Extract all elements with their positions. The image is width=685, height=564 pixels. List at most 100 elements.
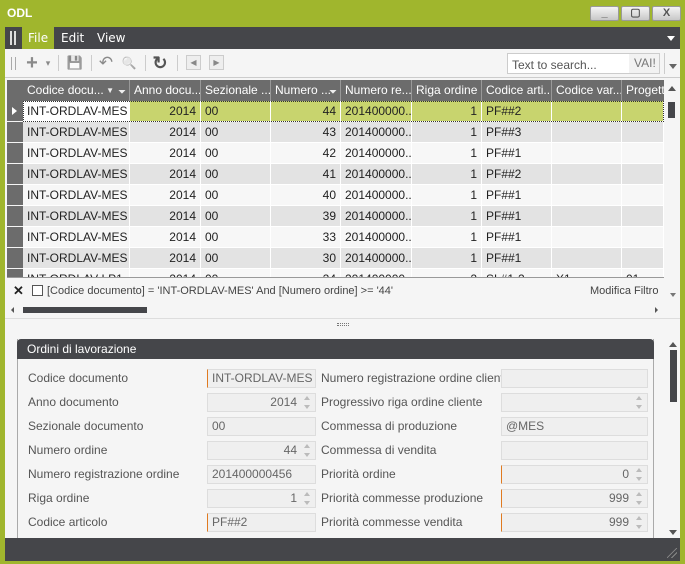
- number-input[interactable]: 0: [501, 465, 648, 484]
- current-row-indicator-icon[interactable]: [7, 101, 23, 121]
- menu-overflow-chevron-icon[interactable]: [667, 36, 675, 41]
- cell-numreg[interactable]: 201400000...: [341, 122, 412, 143]
- column-header-codice-variante[interactable]: Codice var...: [552, 80, 622, 101]
- zoom-icon[interactable]: 🔍: [120, 54, 138, 72]
- spinner-arrows-icon[interactable]: [636, 492, 644, 505]
- text-input[interactable]: 201400000456: [207, 465, 316, 484]
- number-input[interactable]: 2014: [207, 393, 316, 412]
- text-input[interactable]: 00: [207, 417, 316, 436]
- previous-record-button[interactable]: ◀: [186, 55, 201, 70]
- cell-codice[interactable]: INT-ORDLAV-MES: [23, 185, 130, 206]
- cell-numero[interactable]: 43: [271, 122, 341, 143]
- next-record-button[interactable]: ▶: [209, 55, 224, 70]
- search-go-button[interactable]: VAI!: [629, 54, 659, 73]
- filter-enabled-checkbox[interactable]: [32, 285, 43, 296]
- cell-riga[interactable]: 1: [412, 248, 482, 269]
- filter-dropdown-icon[interactable]: [670, 293, 676, 297]
- cell-progetto[interactable]: 01: [622, 269, 664, 277]
- add-dropdown-icon[interactable]: ▾: [43, 54, 53, 72]
- cell-numero[interactable]: 30: [271, 248, 341, 269]
- text-input[interactable]: [501, 369, 648, 388]
- cell-numero[interactable]: 24: [271, 269, 341, 277]
- cell-numero[interactable]: 39: [271, 206, 341, 227]
- table-row[interactable]: INT-ORDLAV-MES 2014 00 44 201400000... 1 PF##2: [7, 101, 664, 122]
- cell-variante[interactable]: [552, 248, 622, 269]
- cell-sezionale[interactable]: 00: [201, 143, 271, 164]
- menu-grip-icon[interactable]: [10, 31, 16, 45]
- cell-numreg[interactable]: 201400000...: [341, 185, 412, 206]
- cell-articolo[interactable]: SL#1-2: [482, 269, 552, 277]
- cell-articolo[interactable]: PF##2: [482, 101, 552, 122]
- row-selector[interactable]: [7, 206, 23, 226]
- cell-numreg[interactable]: 201400000...: [341, 206, 412, 227]
- close-button[interactable]: X: [652, 6, 681, 21]
- cell-anno[interactable]: 2014: [130, 206, 201, 227]
- cell-variante[interactable]: [552, 143, 622, 164]
- cell-anno[interactable]: 2014: [130, 185, 201, 206]
- cell-anno[interactable]: 2014: [130, 101, 201, 122]
- spinner-arrows-icon[interactable]: [636, 396, 644, 409]
- title-bar[interactable]: ODL _ ▢ X: [0, 0, 685, 27]
- cell-riga[interactable]: 2: [412, 269, 482, 277]
- scroll-down-icon[interactable]: [669, 530, 677, 535]
- number-input[interactable]: 1: [207, 489, 316, 508]
- row-selector[interactable]: [7, 185, 23, 205]
- cell-riga[interactable]: 1: [412, 206, 482, 227]
- cell-numreg[interactable]: 201400000...: [341, 164, 412, 185]
- cell-anno[interactable]: 2014: [130, 248, 201, 269]
- cell-riga[interactable]: 1: [412, 101, 482, 122]
- cell-anno[interactable]: 2014: [130, 227, 201, 248]
- number-input[interactable]: 999: [501, 513, 648, 532]
- search-input[interactable]: Text to search... VAI!: [507, 53, 660, 74]
- cell-codice[interactable]: INT-ORDLAV-MES: [23, 227, 130, 248]
- cell-progetto[interactable]: [622, 101, 664, 122]
- cell-articolo[interactable]: PF##1: [482, 143, 552, 164]
- cell-sezionale[interactable]: 00: [201, 122, 271, 143]
- column-header-codice-documento[interactable]: Codice docu... ▼ ⏷: [23, 80, 130, 101]
- filter-expression[interactable]: [Codice documento] = 'INT-ORDLAV-MES' An…: [47, 285, 393, 297]
- cell-articolo[interactable]: PF##1: [482, 185, 552, 206]
- cell-codice[interactable]: INT-ORDLAV-MES: [23, 143, 130, 164]
- save-icon[interactable]: 💾: [65, 54, 85, 72]
- cell-numreg[interactable]: 201400000...: [341, 227, 412, 248]
- scrollbar-thumb[interactable]: [668, 102, 675, 118]
- text-input[interactable]: @MES: [501, 417, 648, 436]
- cell-progetto[interactable]: [622, 248, 664, 269]
- cell-progetto[interactable]: [622, 143, 664, 164]
- spinner-arrows-icon[interactable]: [636, 516, 644, 529]
- column-header-progetto[interactable]: Progetto: [622, 80, 664, 101]
- cell-variante[interactable]: X1: [552, 269, 622, 277]
- cell-sezionale[interactable]: 00: [201, 227, 271, 248]
- cell-numreg[interactable]: 201400000...: [341, 248, 412, 269]
- cell-progetto[interactable]: [622, 122, 664, 143]
- row-selector[interactable]: [7, 143, 23, 163]
- cell-sezionale[interactable]: 00: [201, 185, 271, 206]
- cell-progetto[interactable]: [622, 227, 664, 248]
- cell-sezionale[interactable]: 00: [201, 101, 271, 122]
- cell-numero[interactable]: 33: [271, 227, 341, 248]
- table-row[interactable]: INT-ORDLAV-MES 2014 00 41 201400000... 1 PF##2: [7, 164, 664, 185]
- table-row[interactable]: INT-ORDLAV-MES 2014 00 39 201400000... 1 PF##1: [7, 206, 664, 227]
- row-selector[interactable]: [7, 122, 23, 142]
- scroll-left-icon[interactable]: [11, 307, 14, 313]
- cell-variante[interactable]: [552, 122, 622, 143]
- cell-sezionale[interactable]: 00: [201, 206, 271, 227]
- minimize-button[interactable]: _: [590, 6, 619, 21]
- cell-articolo[interactable]: PF##1: [482, 206, 552, 227]
- text-input[interactable]: [501, 441, 648, 460]
- table-row[interactable]: INT-ORDLAV-LP120140024201400000...2SL#1-…: [7, 269, 664, 277]
- cell-variante[interactable]: [552, 227, 622, 248]
- cell-riga[interactable]: 1: [412, 227, 482, 248]
- cell-riga[interactable]: 1: [412, 122, 482, 143]
- cell-numero[interactable]: 44: [271, 101, 341, 122]
- cell-numreg[interactable]: 201400000...: [341, 101, 412, 122]
- cell-progetto[interactable]: [622, 206, 664, 227]
- cell-numero[interactable]: 41: [271, 164, 341, 185]
- table-row[interactable]: INT-ORDLAV-MES 2014 00 43 201400000... 1 PF##3: [7, 122, 664, 143]
- column-header-numero-ordine[interactable]: Numero ... ⏷: [271, 80, 341, 101]
- cell-sezionale[interactable]: 00: [201, 269, 271, 277]
- cell-numreg[interactable]: 201400000...: [341, 269, 412, 277]
- cell-numero[interactable]: 40: [271, 185, 341, 206]
- resize-grip-icon[interactable]: [667, 548, 677, 558]
- table-row[interactable]: INT-ORDLAV-MES 2014 00 40 201400000... 1 PF##1: [7, 185, 664, 206]
